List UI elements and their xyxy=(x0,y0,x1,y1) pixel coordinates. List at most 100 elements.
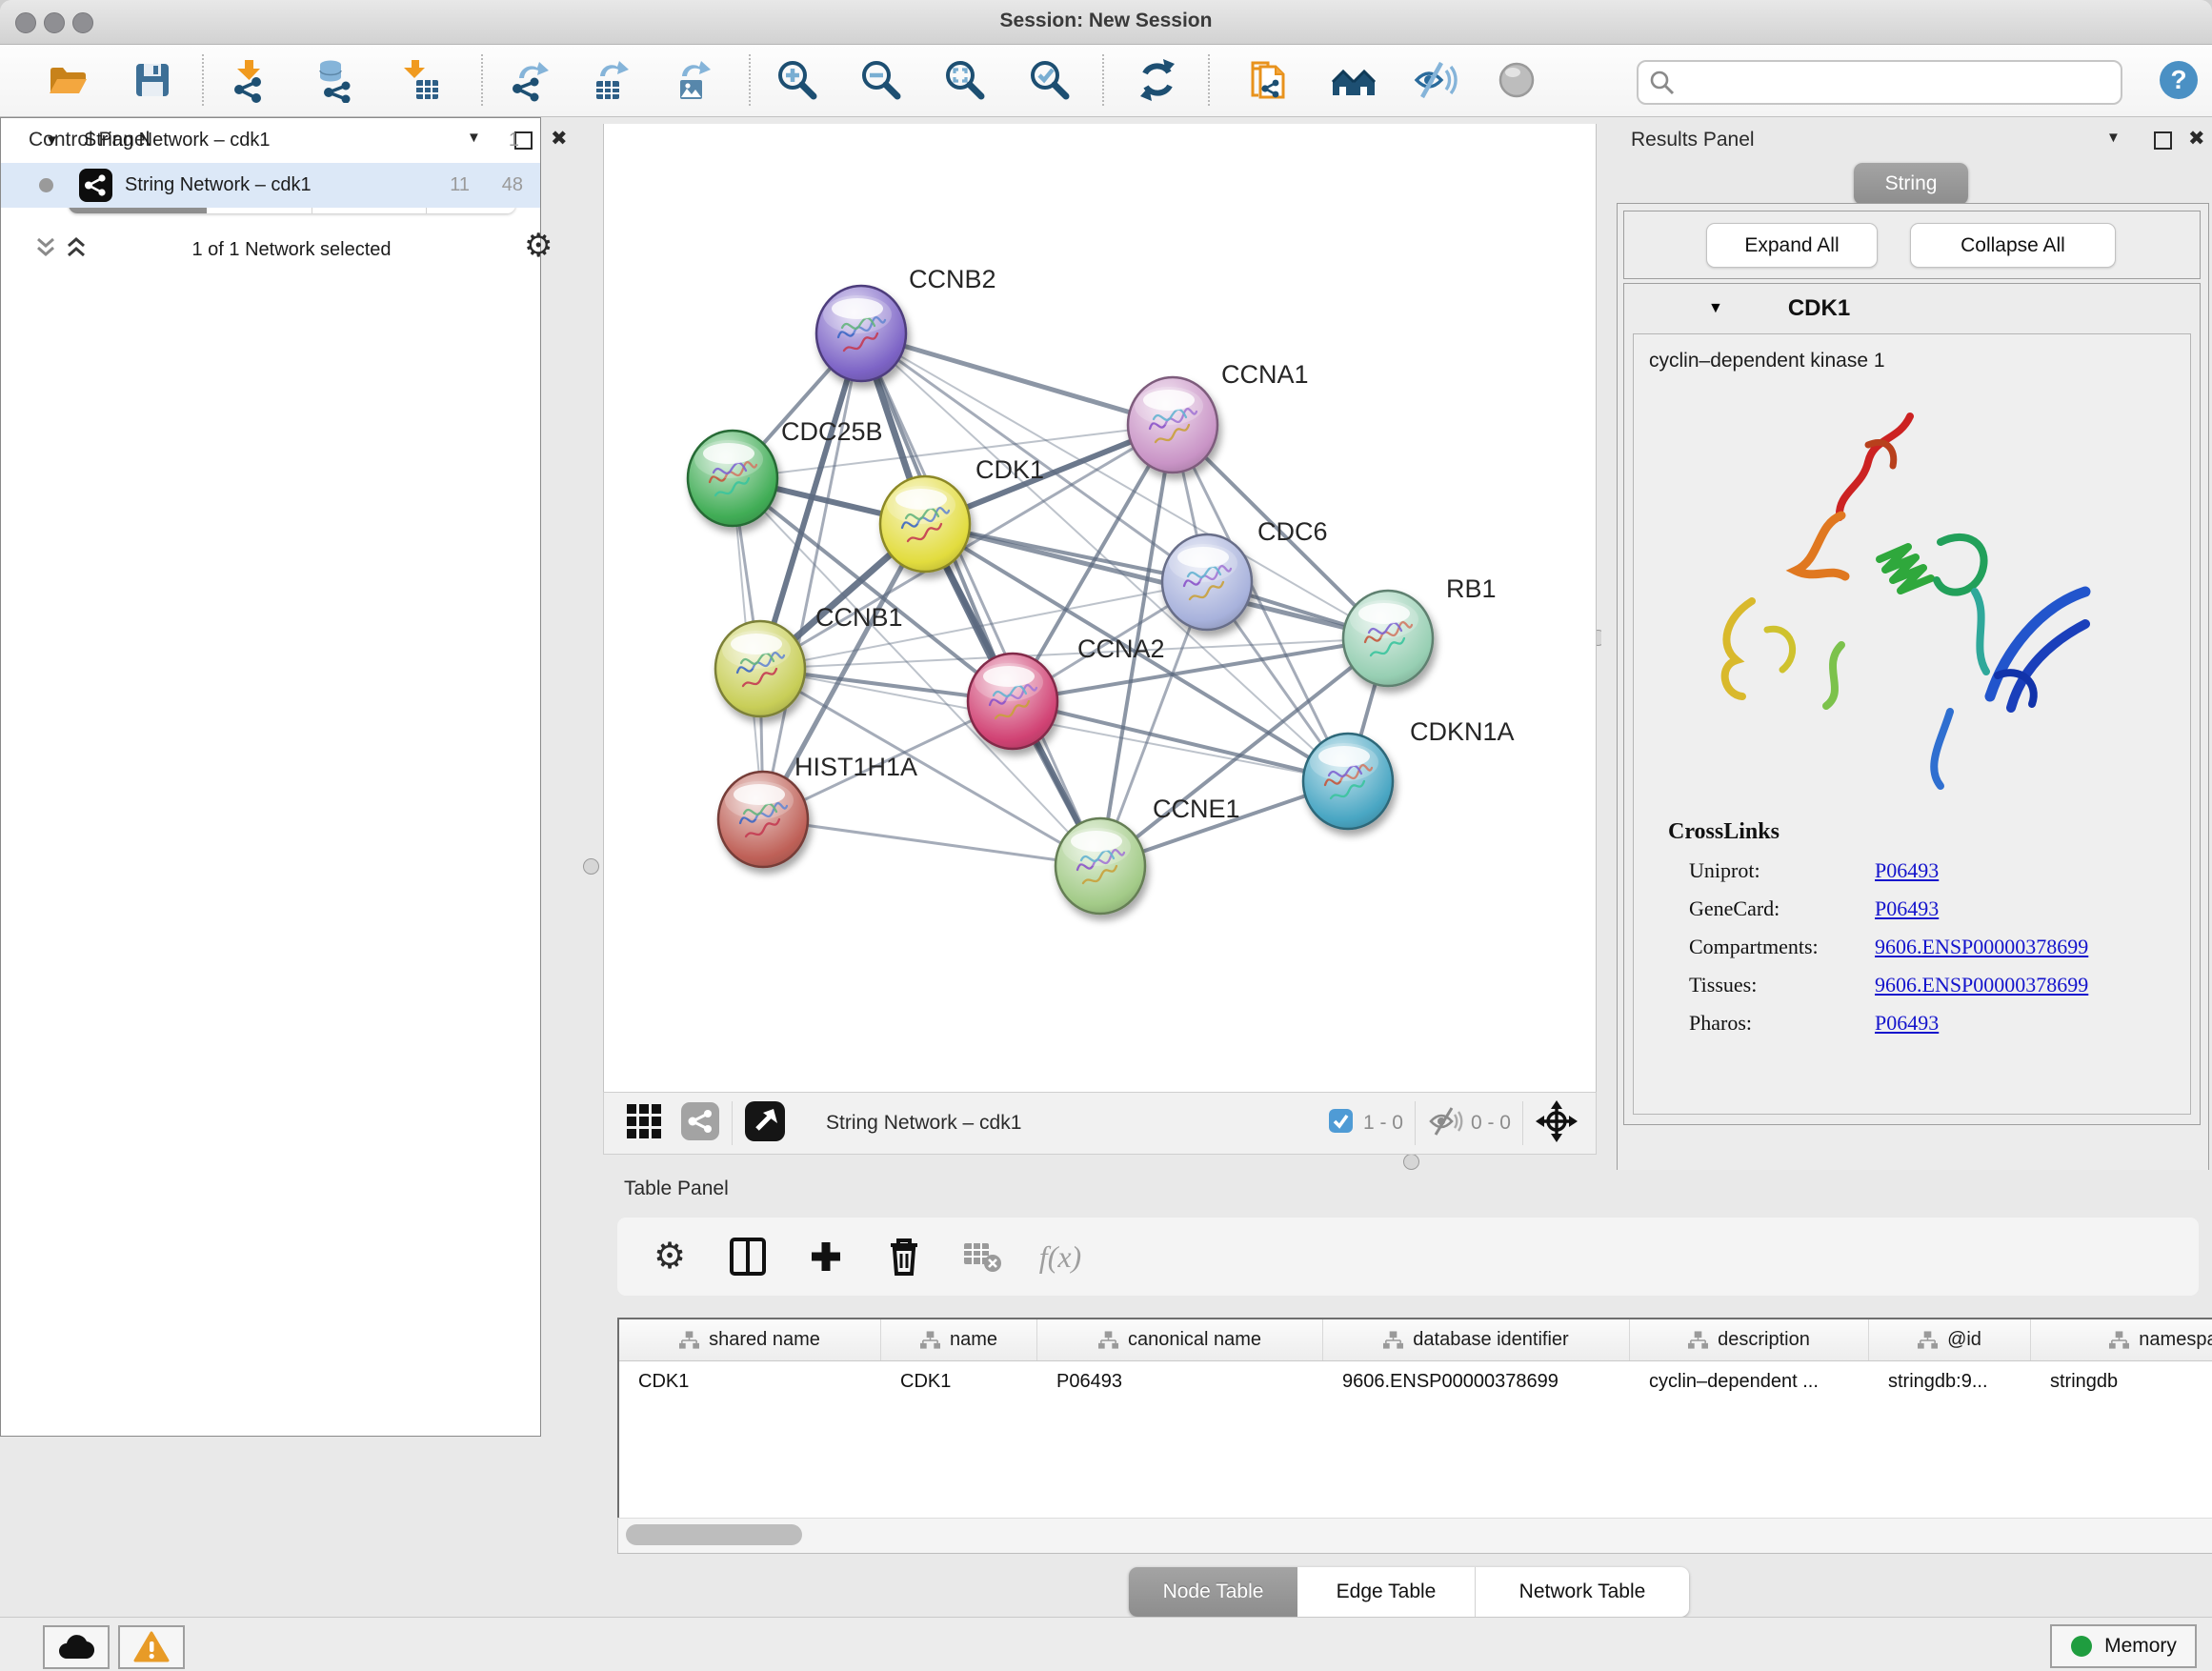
column-header-database-identifier[interactable]: database identifier xyxy=(1323,1319,1630,1360)
hidden-eye-icon[interactable] xyxy=(1427,1106,1463,1141)
refresh-layout-icon[interactable] xyxy=(1133,55,1182,105)
tab-edge-table[interactable]: Edge Table xyxy=(1297,1567,1476,1617)
zoom-fit-icon[interactable] xyxy=(940,55,990,105)
import-network-icon[interactable] xyxy=(225,55,274,105)
network-node-CCNE1[interactable]: CCNE1 xyxy=(1056,795,1240,914)
selected-checkbox-icon[interactable] xyxy=(1328,1108,1354,1138)
memory-button[interactable]: Memory xyxy=(2050,1624,2197,1668)
delete-column-trash-icon[interactable] xyxy=(878,1231,930,1282)
external-arrow-icon[interactable] xyxy=(744,1100,786,1147)
column-header-shared-name[interactable]: shared name xyxy=(619,1319,881,1360)
collapse-triangle-icon[interactable]: ▼ xyxy=(45,132,59,149)
crosslink-link[interactable]: P06493 xyxy=(1875,896,1939,921)
table-cell[interactable]: stringdb:9... xyxy=(1869,1361,2031,1401)
table-cell[interactable]: cyclin–dependent ... xyxy=(1630,1361,1869,1401)
houses-icon[interactable] xyxy=(1329,55,1378,105)
import-table-icon[interactable] xyxy=(395,55,445,105)
results-panel-title: Results Panel xyxy=(1631,129,1755,151)
table-cell[interactable]: CDK1 xyxy=(619,1361,881,1401)
splitter-handle[interactable] xyxy=(583,858,599,875)
column-header-description[interactable]: description xyxy=(1630,1319,1869,1360)
main-toolbar: ? xyxy=(0,45,2212,117)
column-header-namespace[interactable]: namespace xyxy=(2031,1319,2212,1360)
network-view-canvas[interactable]: CCNB2CCNA1CDC25BCDK1CDC6RB1CCNB1CCNA2CDK… xyxy=(603,124,1597,1092)
export-table-icon[interactable] xyxy=(586,55,635,105)
protein-description: cyclin–dependent kinase 1 xyxy=(1649,350,2190,372)
pan-crosshair-icon[interactable] xyxy=(1535,1099,1579,1148)
crosslinks-list: Uniprot:P06493GeneCard:P06493Compartment… xyxy=(1634,858,2190,1036)
delete-table-icon-disabled xyxy=(956,1231,1008,1282)
crosslink-row: Compartments:9606.ENSP00000378699 xyxy=(1689,935,2190,959)
crosslink-link[interactable]: 9606.ENSP00000378699 xyxy=(1875,973,2088,997)
crosslinks-title: CrossLinks xyxy=(1668,819,2190,845)
panel-menu-icon[interactable]: ▼ xyxy=(2106,130,2121,146)
tab-node-table[interactable]: Node Table xyxy=(1129,1567,1297,1617)
birdseye-grid-icon[interactable] xyxy=(625,1102,663,1145)
float-panel-icon[interactable] xyxy=(2154,131,2172,150)
export-network-icon[interactable] xyxy=(505,55,554,105)
close-panel-icon[interactable]: ✖ xyxy=(551,127,568,151)
toolbar-separator xyxy=(1208,54,1210,106)
table-cell[interactable]: CDK1 xyxy=(881,1361,1037,1401)
close-panel-icon[interactable]: ✖ xyxy=(2188,127,2205,151)
crosslink-link[interactable]: P06493 xyxy=(1875,1011,1939,1036)
table-header-row[interactable]: shared namenamecanonical name database id… xyxy=(619,1319,2212,1361)
crosslink-link[interactable]: P06493 xyxy=(1875,858,1939,883)
network-node-RB1[interactable]: RB1 xyxy=(1343,574,1497,686)
string-network-graph[interactable]: CCNB2CCNA1CDC25BCDK1CDC6RB1CCNB1CCNA2CDK… xyxy=(604,124,1596,1092)
open-file-icon[interactable] xyxy=(43,55,92,105)
column-header-label: namespace xyxy=(2139,1329,2212,1351)
crosslink-row: Uniprot:P06493 xyxy=(1689,858,2190,883)
table-row[interactable]: CDK1CDK1P064939606.ENSP00000378699cyclin… xyxy=(619,1361,2212,1401)
string-badge-gray-icon[interactable] xyxy=(680,1101,720,1146)
table-cell[interactable]: P06493 xyxy=(1037,1361,1323,1401)
function-builder-icon: f(x) xyxy=(1035,1231,1086,1282)
help-button[interactable]: ? xyxy=(2154,55,2203,105)
crosslink-link[interactable]: 9606.ENSP00000378699 xyxy=(1875,935,2088,959)
column-header--id[interactable]: @id xyxy=(1869,1319,2031,1360)
show-columns-icon[interactable] xyxy=(722,1231,774,1282)
add-column-icon[interactable] xyxy=(800,1231,852,1282)
collapse-all-button[interactable]: Collapse All xyxy=(1910,223,2116,268)
search-field[interactable] xyxy=(1637,60,2122,105)
zoom-out-icon[interactable] xyxy=(856,55,906,105)
export-image-icon[interactable] xyxy=(668,55,717,105)
node-label: CCNE1 xyxy=(1153,795,1240,823)
zoom-selected-icon[interactable] xyxy=(1025,55,1075,105)
import-network-database-icon[interactable] xyxy=(310,55,359,105)
table-options-gear-icon[interactable]: ⚙ xyxy=(644,1231,695,1282)
tab-string[interactable]: String xyxy=(1854,163,1968,205)
search-input[interactable] xyxy=(1679,66,2121,100)
memory-status-dot xyxy=(2070,1635,2093,1658)
tab-network-table[interactable]: Network Table xyxy=(1476,1567,1689,1617)
splitter-handle[interactable] xyxy=(1403,1154,1419,1170)
gray-ball-icon[interactable] xyxy=(1492,55,1541,105)
network-node-HIST1H1A[interactable]: HIST1H1A xyxy=(718,753,917,867)
column-header-label: @id xyxy=(1947,1329,1981,1351)
network-options-gear-icon[interactable]: ⚙ xyxy=(524,230,553,262)
expand-all-button[interactable]: Expand All xyxy=(1706,223,1878,268)
zoom-in-icon[interactable] xyxy=(773,55,822,105)
table-horizontal-scrollbar[interactable] xyxy=(617,1518,2212,1554)
collapse-triangle-icon[interactable]: ▼ xyxy=(1708,300,1723,317)
share-document-icon[interactable] xyxy=(1244,55,1294,105)
hide-graphics-eye-icon[interactable] xyxy=(1410,55,1459,105)
crosslink-row: Tissues:9606.ENSP00000378699 xyxy=(1689,973,2190,997)
column-header-name[interactable]: name xyxy=(881,1319,1037,1360)
node-section-header[interactable]: ▼ CDK1 xyxy=(1624,284,2200,333)
network-node-CDKN1A[interactable]: CDKN1A xyxy=(1303,717,1515,829)
save-session-icon[interactable] xyxy=(128,55,177,105)
search-icon xyxy=(1646,67,1679,99)
column-type-icon xyxy=(920,1331,940,1350)
collection-count: 1 xyxy=(509,130,519,151)
scrollbar-thumb[interactable] xyxy=(626,1524,802,1545)
cloud-button[interactable] xyxy=(43,1625,110,1669)
warning-button[interactable] xyxy=(118,1625,185,1669)
network-row[interactable]: String Network – cdk1 11 48 xyxy=(1,163,540,208)
table-cell[interactable]: 9606.ENSP00000378699 xyxy=(1323,1361,1630,1401)
column-header-canonical-name[interactable]: canonical name xyxy=(1037,1319,1323,1360)
table-cell[interactable]: stringdb xyxy=(2031,1361,2212,1401)
network-collection-row[interactable]: ▼ String Network – cdk1 1 xyxy=(1,118,540,163)
network-node-CCNA1[interactable]: CCNA1 xyxy=(1128,360,1309,473)
column-header-label: database identifier xyxy=(1413,1329,1568,1351)
